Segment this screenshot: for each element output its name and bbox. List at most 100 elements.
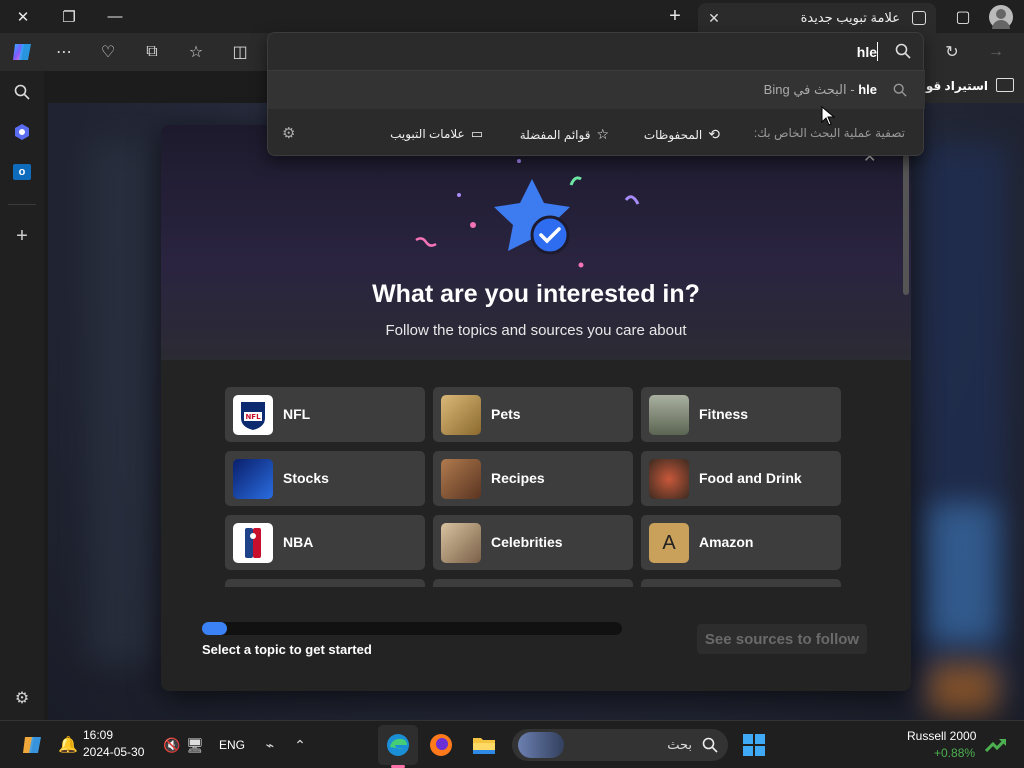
clock-time[interactable]: 16:09	[83, 728, 113, 742]
suggestion-suffix: - البحث في Bing	[763, 82, 855, 97]
filter-favorites[interactable]: ☆قوائم المفضلة	[520, 126, 609, 143]
favorites-icon[interactable]: ☆	[182, 38, 210, 66]
topic-label: Pets	[491, 406, 521, 422]
start-button-icon[interactable]	[740, 731, 768, 759]
topic-label: Stocks	[283, 470, 329, 486]
food-thumbnail	[649, 459, 689, 499]
tab-new-tab[interactable]: ✕ علامة تبويب جديدة	[698, 3, 936, 33]
topic-label: Celebrities	[491, 534, 563, 550]
more-options-icon[interactable]: ⋯	[50, 38, 78, 66]
split-screen-icon[interactable]: ◫	[226, 38, 254, 66]
refresh-icon[interactable]: ↻	[938, 38, 966, 66]
topic-partial	[433, 579, 633, 587]
topic-partial	[225, 579, 425, 587]
stock-trend-up-icon	[982, 731, 1010, 759]
clock-date[interactable]: 2024-05-30	[83, 745, 144, 759]
sidebar: o + ⚙	[0, 71, 44, 720]
restore-window-button[interactable]: ❐	[46, 0, 92, 33]
settings-icon[interactable]: ⚙	[8, 684, 36, 712]
outlook-icon[interactable]: o	[8, 158, 36, 186]
search-settings-icon[interactable]: ⚙	[282, 124, 295, 142]
forward-icon[interactable]: →	[982, 38, 1010, 66]
new-tab-icon	[912, 11, 926, 25]
topic-label: NFL	[283, 406, 311, 422]
suggestion-query: hle	[858, 82, 877, 97]
title-bar: ✕ ❐ — + ✕ علامة تبويب جديدة ▢	[0, 0, 1024, 33]
topic-label: Recipes	[491, 470, 545, 486]
copilot-icon[interactable]	[8, 38, 36, 66]
topic-label: NBA	[283, 534, 314, 550]
topic-fitness[interactable]: Fitness	[641, 387, 841, 442]
taskbar: 🔔 16:09 2024-05-30 🔇 🖥 ENG ⌁ ⌃ بحث Russe…	[0, 720, 1024, 768]
close-tab-icon[interactable]: ✕	[704, 8, 724, 28]
edge-taskbar-icon[interactable]	[384, 731, 412, 759]
filter-tabs[interactable]: ▭علامات التبويب	[390, 126, 483, 142]
stock-widget-title[interactable]: Russell 2000	[907, 729, 976, 743]
topic-celebrities[interactable]: Celebrities	[433, 515, 633, 570]
address-input[interactable]: hle	[268, 33, 925, 71]
dialog-scrollbar[interactable]	[903, 155, 909, 295]
language-indicator[interactable]: ENG	[219, 738, 245, 752]
progress-label: Select a topic to get started	[202, 642, 372, 657]
topic-stocks[interactable]: Stocks	[225, 451, 425, 506]
text-caret	[877, 42, 878, 61]
taskbar-search-box[interactable]: بحث	[512, 729, 728, 761]
firefox-icon[interactable]	[427, 731, 455, 759]
filter-history[interactable]: ⟲المحفوظات	[644, 126, 720, 143]
topic-partial	[641, 579, 841, 587]
dialog-hero: ✕ What are you interested in? Follow the…	[161, 125, 911, 360]
address-input-value: hle	[856, 44, 877, 60]
close-window-button[interactable]: ✕	[0, 0, 46, 33]
suggestion-text: hle - البحث في Bing	[764, 82, 877, 98]
nba-logo-icon	[233, 523, 273, 563]
network-offline-icon[interactable]: ⌁	[256, 731, 284, 759]
search-suggestion[interactable]: hle - البحث في Bing	[268, 71, 925, 109]
pets-thumbnail	[441, 395, 481, 435]
topic-nfl[interactable]: NFL NFL	[225, 387, 425, 442]
display-icon[interactable]: 🖥	[181, 731, 209, 759]
tabs-icon: ▭	[470, 126, 483, 141]
favorites-bar: استيراد قوائ	[911, 71, 1024, 103]
show-hidden-icons-icon[interactable]: ⌃	[286, 731, 314, 759]
address-bar-dropdown: hle hle - البحث في Bing تصفية عملية البح…	[267, 32, 925, 156]
minimize-window-button[interactable]: —	[92, 0, 138, 33]
topic-pets[interactable]: Pets	[433, 387, 633, 442]
stocks-thumbnail	[233, 459, 273, 499]
recipes-thumbnail	[441, 459, 481, 499]
tab-title: علامة تبويب جديدة	[800, 10, 900, 25]
search-icon[interactable]	[8, 78, 36, 106]
add-sidebar-app-icon[interactable]: +	[8, 222, 36, 250]
progress-bar	[202, 622, 622, 635]
topic-label: Fitness	[699, 406, 749, 422]
copilot-taskbar-icon[interactable]	[18, 731, 46, 759]
topic-recipes[interactable]: Recipes	[433, 451, 633, 506]
workspaces-icon[interactable]: ▢	[940, 0, 986, 33]
star-icon: ☆	[596, 126, 609, 142]
topic-amazon[interactable]: A Amazon	[641, 515, 841, 570]
star-illustration-icon	[415, 159, 640, 268]
mouse-cursor-icon	[821, 106, 835, 126]
see-sources-button[interactable]: See sources to follow	[697, 624, 867, 654]
profile-avatar[interactable]	[989, 5, 1013, 29]
fitness-thumbnail	[649, 395, 689, 435]
suggestion-search-icon	[893, 83, 907, 102]
file-explorer-icon[interactable]	[470, 731, 498, 759]
nfl-logo-icon: NFL	[233, 395, 273, 435]
dialog-subtitle: Follow the topics and sources you care a…	[385, 322, 687, 339]
new-tab-button[interactable]: +	[652, 0, 698, 33]
stock-widget-value: +0.88%	[934, 746, 976, 760]
folder-icon	[996, 78, 1014, 92]
search-placeholder: بحث	[667, 737, 692, 752]
collections-icon[interactable]: ⧉	[138, 38, 166, 66]
copilot-sidebar-icon[interactable]	[8, 118, 36, 146]
topic-food-and-drink[interactable]: Food and Drink	[641, 451, 841, 506]
topic-nba[interactable]: NBA	[225, 515, 425, 570]
history-icon: ⟲	[708, 126, 720, 142]
browser-essentials-icon[interactable]: ♡	[94, 38, 122, 66]
dialog-title: What are you interested in?	[372, 280, 700, 308]
search-icon	[702, 737, 718, 758]
interests-dialog: ✕ What are you interested in? Follow the…	[161, 125, 911, 691]
topic-label: Amazon	[699, 534, 754, 550]
amazon-thumbnail: A	[649, 523, 689, 563]
notification-bell-icon[interactable]: 🔔	[54, 731, 82, 759]
